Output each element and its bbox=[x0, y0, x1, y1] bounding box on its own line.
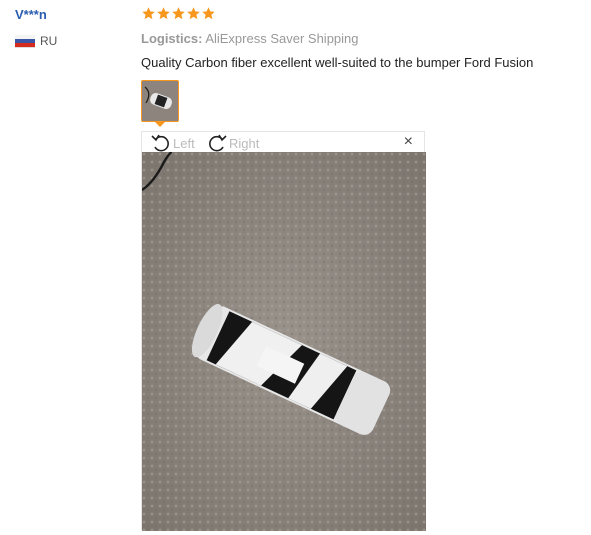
thumbnail-pointer bbox=[154, 121, 166, 127]
country-code: RU bbox=[40, 34, 58, 48]
logistics-label: Logistics: bbox=[141, 31, 203, 46]
viewer-toolbar: Left Right × bbox=[142, 132, 424, 152]
review-photo bbox=[142, 152, 426, 531]
star-icon bbox=[142, 7, 155, 20]
star-rating bbox=[141, 6, 216, 21]
rotate-left-label: Left bbox=[173, 135, 195, 151]
rotate-right-label: Right bbox=[229, 135, 260, 151]
photo-viewer: Left Right × bbox=[141, 131, 426, 531]
star-icon bbox=[172, 7, 185, 20]
logistics-value: AliExpress Saver Shipping bbox=[205, 31, 359, 46]
logistics-info: Logistics: AliExpress Saver Shipping bbox=[141, 31, 359, 46]
russia-flag-icon bbox=[15, 34, 35, 48]
review-photo-thumbnail[interactable] bbox=[141, 80, 179, 122]
rotate-left-button[interactable]: Left bbox=[150, 133, 195, 153]
rotate-right-button[interactable]: Right bbox=[206, 133, 259, 153]
reviewer-name: V***n bbox=[15, 7, 47, 22]
rotate-left-icon bbox=[151, 134, 169, 152]
star-icon bbox=[187, 7, 200, 20]
reviewer-country: RU bbox=[15, 34, 57, 48]
close-icon[interactable]: × bbox=[404, 134, 413, 150]
rotate-right-icon bbox=[209, 134, 227, 152]
star-icon bbox=[157, 7, 170, 20]
review-text: Quality Carbon fiber excellent well-suit… bbox=[141, 55, 534, 70]
star-icon bbox=[202, 7, 215, 20]
